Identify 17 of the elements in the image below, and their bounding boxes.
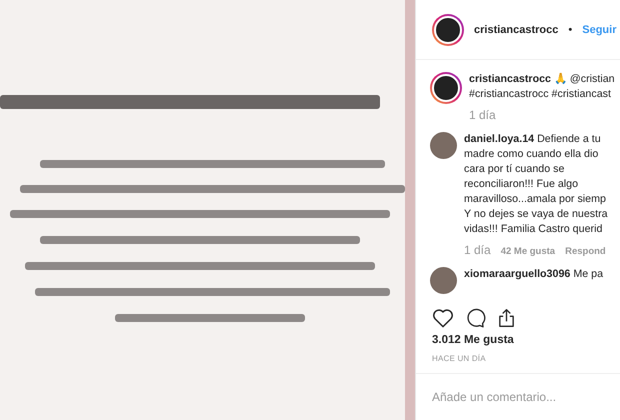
timestamp: 1 día <box>469 108 496 122</box>
reply-link[interactable]: Respond <box>565 246 606 257</box>
share-icon[interactable] <box>497 308 516 328</box>
like-count[interactable]: 42 Me gusta <box>500 246 556 257</box>
separator-dot: • <box>568 24 572 36</box>
follow-link[interactable]: Seguir <box>582 24 616 36</box>
comment-text: xiomaraarguello3096 Me pa <box>464 267 604 282</box>
like-count[interactable]: 3.012 Me gusta <box>416 332 620 348</box>
caption-text: cristiancastrocc 🙏 @cristian #cristiancastrocc #cristiancast <box>469 72 615 102</box>
comment-icon[interactable] <box>465 308 486 328</box>
timestamp: 1 día <box>464 243 491 257</box>
avatar[interactable] <box>432 14 464 46</box>
username[interactable]: cristiancastrocc <box>474 24 558 36</box>
post-date: HACE UN DÍA <box>431 353 487 365</box>
heart-icon[interactable] <box>432 308 454 328</box>
avatar[interactable] <box>430 72 462 104</box>
comment-text: daniel.loya.14 Defiende a tu madre como cuando ella dio cara por tí cuando se reconciliaron!!! Fue algo maravilloso...amala por siemp Y no dejes se vaya de nuestra vidas!!! Familia Castro querid <box>464 132 608 237</box>
